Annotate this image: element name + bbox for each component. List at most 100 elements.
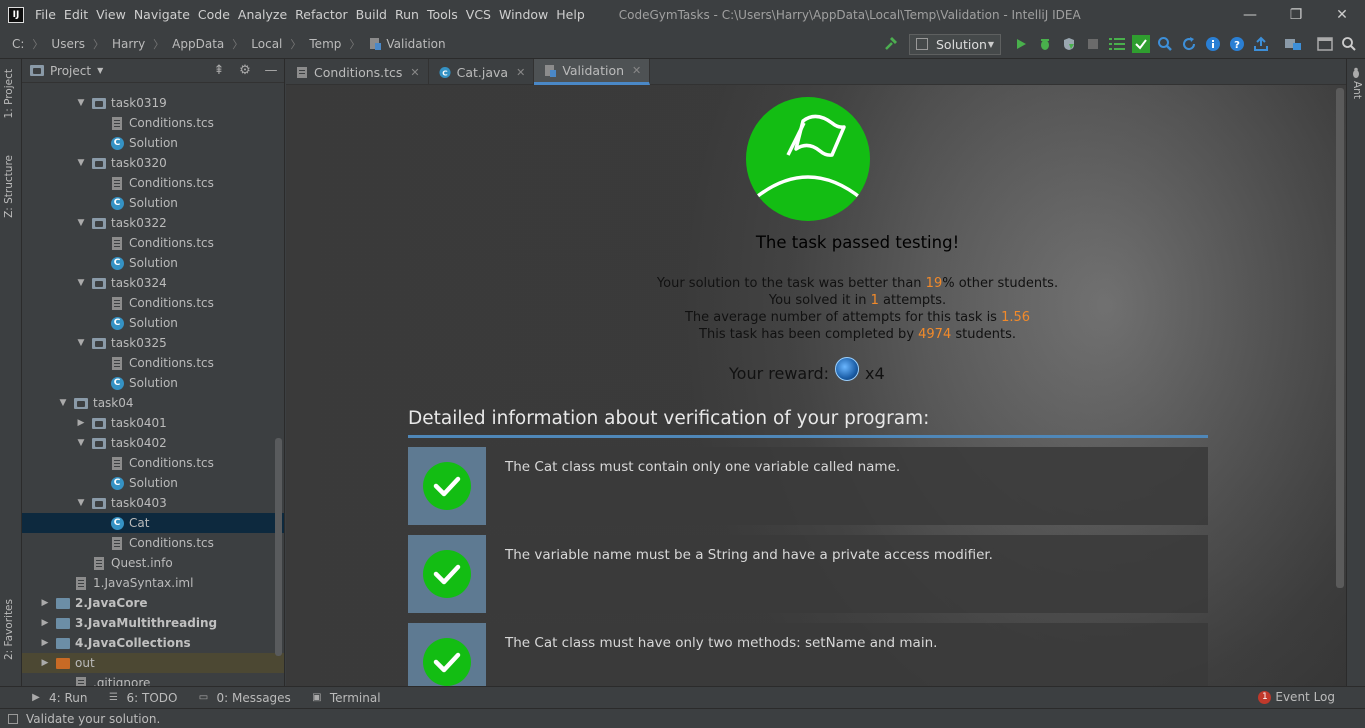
tree-item-task0324[interactable]: ▼ task0324 <box>22 273 284 293</box>
tab-validation[interactable]: Validation ✕ <box>534 59 651 85</box>
tool-tab-ant[interactable]: Ant <box>1351 81 1363 99</box>
refresh-icon[interactable] <box>1179 34 1199 54</box>
project-structure-icon[interactable] <box>1283 34 1303 54</box>
breadcrumb-validation[interactable]: Validation <box>386 37 445 51</box>
zoom-search-icon[interactable] <box>1155 34 1175 54</box>
tree-item-1-javasyntax-iml[interactable]: 1.JavaSyntax.iml <box>22 573 284 593</box>
expanded-arrow-icon[interactable]: ▼ <box>76 338 86 348</box>
tab-cat-java[interactable]: C Cat.java ✕ <box>429 59 535 85</box>
breadcrumb-users[interactable]: Users <box>51 37 85 51</box>
tool-tab-terminal[interactable]: ▣ Terminal <box>311 691 380 705</box>
close-tab-icon[interactable]: ✕ <box>516 66 525 79</box>
tree-item-quest-info[interactable]: Quest.info <box>22 553 284 573</box>
expanded-arrow-icon[interactable]: ▼ <box>76 278 86 288</box>
collapsed-arrow-icon[interactable]: ▶ <box>40 618 50 628</box>
run-icon[interactable] <box>1011 34 1031 54</box>
menu-window[interactable]: Window <box>499 7 555 22</box>
info-icon[interactable] <box>1203 34 1223 54</box>
close-tab-icon[interactable]: ✕ <box>410 66 419 79</box>
upload-icon[interactable] <box>1251 34 1271 54</box>
validate-check-icon[interactable] <box>1131 34 1151 54</box>
tool-tab-todo[interactable]: ☰ 6: TODO <box>108 691 177 705</box>
breadcrumb-appdata[interactable]: AppData <box>172 37 224 51</box>
tree-item-conditions-tcs[interactable]: Conditions.tcs <box>22 533 284 553</box>
collapse-all-icon[interactable]: ⇞ <box>206 63 232 78</box>
help-icon[interactable]: ? <box>1227 34 1247 54</box>
collapsed-arrow-icon[interactable]: ▶ <box>40 638 50 648</box>
chevron-down-icon[interactable]: ▼ <box>97 66 103 75</box>
tree-item-out[interactable]: ▶ out <box>22 653 284 673</box>
stop-icon[interactable] <box>1083 34 1103 54</box>
menu-build[interactable]: Build <box>356 7 394 22</box>
menu-run[interactable]: Run <box>395 7 426 22</box>
tree-item-task0319[interactable]: ▼ task0319 <box>22 93 284 113</box>
tree-item-cat[interactable]: C Cat <box>22 513 284 533</box>
tree-item-solution[interactable]: C Solution <box>22 313 284 333</box>
terminal-window-icon[interactable] <box>1315 34 1335 54</box>
project-tree-scrollbar[interactable] <box>275 438 282 656</box>
tree-item-solution[interactable]: C Solution <box>22 133 284 153</box>
tree-item-conditions-tcs[interactable]: Conditions.tcs <box>22 353 284 373</box>
tool-tab-favorites[interactable]: 2: Favorites <box>3 599 15 660</box>
hammer-build-icon[interactable] <box>881 34 901 54</box>
minimize-button[interactable]: — <box>1227 0 1273 29</box>
run-configuration-select[interactable]: Solution ▼ <box>909 33 1001 55</box>
tree-item-task0403[interactable]: ▼ task0403 <box>22 493 284 513</box>
tree-item-solution[interactable]: C Solution <box>22 473 284 493</box>
coverage-icon[interactable] <box>1059 34 1079 54</box>
expanded-arrow-icon[interactable]: ▼ <box>76 98 86 108</box>
tree-item-2-javacore[interactable]: ▶ 2.JavaCore <box>22 593 284 613</box>
hide-panel-icon[interactable]: — <box>258 63 284 78</box>
breadcrumb-temp[interactable]: Temp <box>309 37 341 51</box>
tree-item-task0402[interactable]: ▼ task0402 <box>22 433 284 453</box>
menu-refactor[interactable]: Refactor <box>295 7 354 22</box>
menu-vcs[interactable]: VCS <box>466 7 498 22</box>
ant-bug-icon[interactable] <box>1350 67 1362 79</box>
tree-item-conditions-tcs[interactable]: Conditions.tcs <box>22 453 284 473</box>
tool-tab-structure[interactable]: Z: Structure <box>3 155 15 218</box>
tab-conditions-tcs[interactable]: Conditions.tcs ✕ <box>286 59 429 85</box>
tree-item-task04[interactable]: ▼ task04 <box>22 393 284 413</box>
tree-item-task0320[interactable]: ▼ task0320 <box>22 153 284 173</box>
event-log-button[interactable]: 1 Event Log <box>1258 690 1335 704</box>
tool-windows-toggle-icon[interactable] <box>8 713 18 724</box>
menu-help[interactable]: Help <box>556 7 592 22</box>
tree-item-conditions-tcs[interactable]: Conditions.tcs <box>22 233 284 253</box>
tree-item-task0322[interactable]: ▼ task0322 <box>22 213 284 233</box>
breadcrumb-local[interactable]: Local <box>251 37 282 51</box>
menu-navigate[interactable]: Navigate <box>134 7 197 22</box>
tool-tab-project[interactable]: 1: Project <box>3 69 15 118</box>
collapsed-arrow-icon[interactable]: ▶ <box>40 658 50 668</box>
breadcrumb-harry[interactable]: Harry <box>112 37 145 51</box>
debug-icon[interactable] <box>1035 34 1055 54</box>
tree-item-solution[interactable]: C Solution <box>22 373 284 393</box>
expanded-arrow-icon[interactable]: ▼ <box>76 158 86 168</box>
gear-icon[interactable]: ⚙ <box>232 63 258 78</box>
menu-tools[interactable]: Tools <box>427 7 465 22</box>
tree-item-conditions-tcs[interactable]: Conditions.tcs <box>22 113 284 133</box>
menu-edit[interactable]: Edit <box>64 7 95 22</box>
menu-file[interactable]: File <box>35 7 63 22</box>
tree-item-solution[interactable]: C Solution <box>22 193 284 213</box>
expanded-arrow-icon[interactable]: ▼ <box>58 398 68 408</box>
expanded-arrow-icon[interactable]: ▼ <box>76 498 86 508</box>
task-list-icon[interactable] <box>1107 34 1127 54</box>
close-window-button[interactable]: ✕ <box>1319 0 1365 29</box>
close-tab-icon[interactable]: ✕ <box>632 64 641 77</box>
tree-item-conditions-tcs[interactable]: Conditions.tcs <box>22 293 284 313</box>
breadcrumb-drive[interactable]: C: <box>12 37 24 51</box>
menu-code[interactable]: Code <box>198 7 237 22</box>
restore-button[interactable]: ❐ <box>1273 0 1319 29</box>
tree-item-gitignore[interactable]: .gitignore <box>22 673 284 686</box>
tool-tab-messages[interactable]: ▭ 0: Messages <box>197 691 291 705</box>
tree-item-task0401[interactable]: ▶ task0401 <box>22 413 284 433</box>
search-everywhere-icon[interactable] <box>1339 34 1359 54</box>
tree-item-task0325[interactable]: ▼ task0325 <box>22 333 284 353</box>
expanded-arrow-icon[interactable]: ▼ <box>76 218 86 228</box>
collapsed-arrow-icon[interactable]: ▶ <box>40 598 50 608</box>
tree-item-4-javacollections[interactable]: ▶ 4.JavaCollections <box>22 633 284 653</box>
expanded-arrow-icon[interactable]: ▼ <box>76 438 86 448</box>
menu-view[interactable]: View <box>96 7 133 22</box>
tree-item-solution[interactable]: C Solution <box>22 253 284 273</box>
collapsed-arrow-icon[interactable]: ▶ <box>76 418 86 428</box>
